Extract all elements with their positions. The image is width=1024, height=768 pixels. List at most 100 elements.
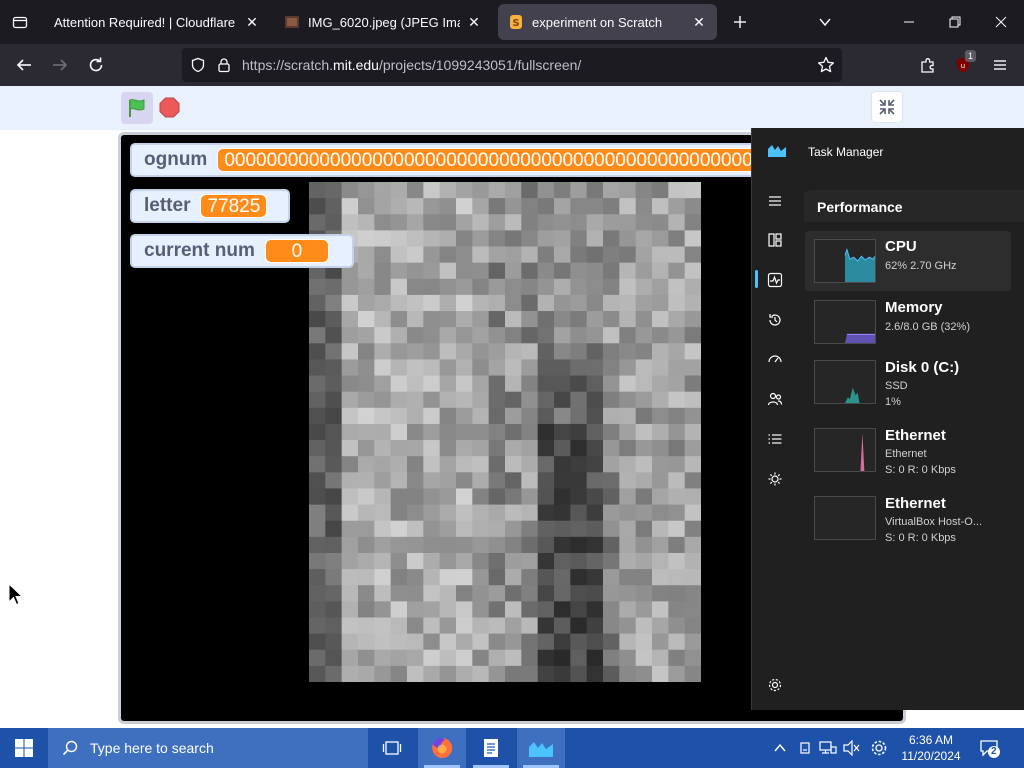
image-pixel bbox=[390, 214, 408, 231]
settings-gear-icon[interactable] bbox=[764, 674, 786, 696]
image-pixel bbox=[423, 552, 441, 570]
minimize-button[interactable] bbox=[886, 0, 932, 44]
variable-monitor-letter[interactable]: letter 77825 bbox=[130, 189, 290, 223]
image-pixel bbox=[554, 536, 571, 554]
reload-button[interactable] bbox=[81, 50, 111, 80]
forward-button[interactable] bbox=[45, 50, 75, 80]
processes-icon[interactable] bbox=[764, 229, 786, 251]
new-tab-button[interactable] bbox=[726, 8, 754, 36]
image-pixel bbox=[423, 585, 441, 602]
green-flag-button[interactable] bbox=[121, 92, 153, 124]
image-pixel bbox=[456, 294, 473, 312]
bookmark-star-icon[interactable] bbox=[817, 56, 835, 74]
variable-monitor-current-num[interactable]: current num 0 bbox=[130, 234, 354, 268]
list-all-tabs-button[interactable] bbox=[811, 8, 839, 36]
url-text[interactable]: https://scratch.mit.edu/projects/1099243… bbox=[242, 57, 581, 73]
image-pixel bbox=[407, 585, 424, 602]
image-pixel bbox=[439, 440, 457, 457]
image-pixel bbox=[668, 520, 686, 538]
image-pixel bbox=[309, 536, 326, 554]
image-pixel bbox=[488, 359, 506, 377]
perf-item-ethernet-1[interactable]: Ethernet Ethernet S: 0 R: 0 Kbps bbox=[805, 420, 1011, 480]
notification-center-button[interactable]: 2 bbox=[977, 738, 1001, 758]
taskbar-firefox[interactable] bbox=[418, 728, 466, 768]
image-pixel bbox=[407, 359, 424, 377]
shield-icon[interactable] bbox=[190, 57, 206, 73]
perf-item-cpu[interactable]: CPU 62% 2.70 GHz bbox=[805, 231, 1011, 291]
image-pixel bbox=[603, 423, 620, 441]
task-view-button[interactable] bbox=[368, 728, 416, 768]
taskbar-task-manager[interactable] bbox=[517, 728, 565, 768]
volume-muted-icon[interactable] bbox=[842, 738, 862, 758]
image-pixel bbox=[684, 520, 701, 538]
url-prefix: https://scratch. bbox=[242, 57, 334, 73]
image-pixel bbox=[619, 294, 637, 312]
ublock-extension-button[interactable]: u 1 bbox=[948, 50, 978, 80]
image-pixel bbox=[554, 585, 571, 602]
image-pixel bbox=[423, 504, 441, 522]
variable-monitor-ognum[interactable]: ognum 0000000000000000000000000000000000… bbox=[130, 143, 770, 177]
perf-item-disk[interactable]: Disk 0 (C:) SSD 1% bbox=[805, 352, 1011, 412]
image-pixel bbox=[684, 601, 701, 618]
image-pixel bbox=[341, 633, 359, 651]
lock-icon[interactable] bbox=[216, 57, 232, 73]
url-bar[interactable]: https://scratch.mit.edu/projects/1099243… bbox=[182, 48, 842, 82]
start-button[interactable] bbox=[0, 728, 48, 768]
image-pixel bbox=[423, 520, 441, 538]
close-icon[interactable]: ✕ bbox=[244, 14, 260, 30]
image-pixel bbox=[684, 440, 701, 457]
tab-scratch[interactable]: S experiment on Scratch ✕ bbox=[498, 4, 717, 40]
tray-drive-icon[interactable] bbox=[795, 738, 815, 758]
performance-icon[interactable] bbox=[764, 269, 786, 291]
close-icon[interactable]: ✕ bbox=[466, 14, 482, 30]
settings-gear-icon[interactable] bbox=[869, 738, 889, 758]
image-pixel bbox=[684, 198, 701, 215]
taskbar-clock[interactable]: 6:36 AM 11/20/2024 bbox=[892, 732, 970, 764]
image-pixel bbox=[374, 617, 392, 635]
image-pixel bbox=[668, 311, 686, 328]
image-pixel bbox=[488, 375, 506, 393]
image-pixel bbox=[521, 391, 539, 409]
image-pixel bbox=[521, 278, 539, 296]
tab-cloudflare[interactable]: Attention Required! | Cloudflare ✕ bbox=[44, 4, 270, 40]
show-hidden-icons-button[interactable] bbox=[770, 738, 790, 758]
network-icon[interactable] bbox=[818, 738, 838, 758]
image-pixel bbox=[472, 440, 490, 457]
image-pixel bbox=[390, 278, 408, 296]
back-button[interactable] bbox=[9, 50, 39, 80]
image-pixel bbox=[358, 294, 375, 312]
exit-fullscreen-button[interactable] bbox=[871, 91, 903, 123]
image-pixel bbox=[537, 536, 555, 554]
image-pixel bbox=[554, 488, 571, 506]
image-pixel bbox=[586, 375, 604, 393]
hamburger-menu-icon[interactable] bbox=[764, 190, 786, 212]
image-pixel bbox=[521, 520, 539, 538]
close-icon[interactable]: ✕ bbox=[691, 14, 707, 30]
image-pixel bbox=[586, 536, 604, 554]
extensions-button[interactable] bbox=[913, 50, 943, 80]
details-icon[interactable] bbox=[764, 428, 786, 450]
startup-apps-icon[interactable] bbox=[764, 348, 786, 370]
perf-item-ethernet-2[interactable]: Ethernet VirtualBox Host-O... S: 0 R: 0 … bbox=[805, 488, 1011, 548]
image-pixel bbox=[652, 488, 669, 506]
tab-list-icon[interactable] bbox=[6, 8, 34, 36]
restore-button[interactable] bbox=[932, 0, 978, 44]
image-pixel bbox=[521, 246, 539, 264]
image-pixel bbox=[472, 198, 490, 215]
taskbar-notepad[interactable] bbox=[467, 728, 515, 768]
stop-button[interactable] bbox=[159, 97, 180, 118]
close-window-button[interactable] bbox=[978, 0, 1024, 44]
image-pixel bbox=[603, 311, 620, 328]
app-menu-button[interactable] bbox=[985, 50, 1015, 80]
image-pixel bbox=[374, 649, 392, 667]
services-icon[interactable] bbox=[764, 468, 786, 490]
task-manager-window[interactable]: Task Manager Performance CPU 62% 2.70 GH… bbox=[751, 128, 1024, 710]
image-pixel bbox=[325, 198, 343, 215]
perf-item-memory[interactable]: Memory 2.6/8.0 GB (32%) bbox=[805, 292, 1011, 352]
image-pixel bbox=[554, 343, 571, 360]
tab-image[interactable]: IMG_6020.jpeg (JPEG Image, 45 ✕ bbox=[274, 4, 492, 40]
app-history-icon[interactable] bbox=[764, 309, 786, 331]
users-icon[interactable] bbox=[764, 388, 786, 410]
image-pixel bbox=[652, 617, 669, 635]
taskbar-search-box[interactable]: Type here to search bbox=[48, 728, 368, 768]
